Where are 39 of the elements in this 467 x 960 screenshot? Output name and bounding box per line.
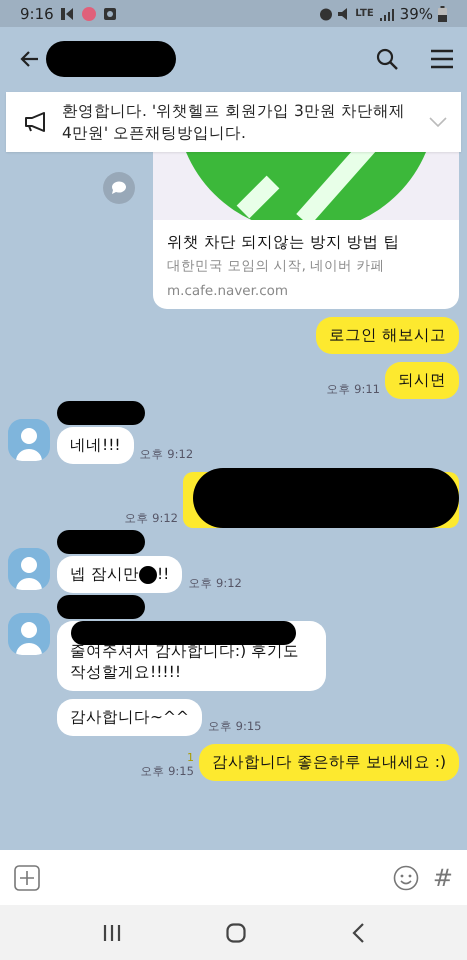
message-bubble: 줄여주셔서 감사합니다:) 후기도 작성할게요!!!!! bbox=[57, 621, 326, 691]
link-description: 대한민국 모임의 시작, 네이버 카페 bbox=[166, 257, 386, 275]
message-bubble: 네네!!! bbox=[57, 427, 134, 464]
battery-icon bbox=[438, 6, 447, 22]
back-icon[interactable] bbox=[20, 48, 40, 68]
message-time: 오후 9:12 bbox=[188, 576, 242, 592]
message-time: 오후 9:11 bbox=[326, 382, 380, 398]
add-icon[interactable] bbox=[14, 864, 40, 890]
notification-icons bbox=[60, 6, 118, 22]
search-icon[interactable] bbox=[375, 46, 399, 70]
unread-count: 1 bbox=[186, 751, 194, 764]
avatar bbox=[8, 613, 50, 655]
network-type: LTE bbox=[355, 8, 374, 19]
notice-text: 환영합니다. '위챗헬프 회원가입 3만원 차단해제 4만원' 오픈채팅방입니다. bbox=[62, 101, 406, 144]
hashtag-button[interactable]: # bbox=[432, 864, 453, 892]
link-url: m.cafe.naver.com bbox=[166, 282, 290, 301]
menu-icon[interactable] bbox=[431, 48, 453, 68]
back-icon[interactable] bbox=[350, 922, 364, 942]
link-preview-card[interactable]: 위챗 차단 되지않는 방지 방법 팁 대한민국 모임의 시작, 네이버 카페 m.cafe.naver.com bbox=[153, 152, 459, 309]
avatar bbox=[8, 419, 50, 461]
message-bubble: 감사합니다~^^ bbox=[57, 699, 202, 736]
signal-icon bbox=[378, 6, 395, 20]
emoji-icon[interactable] bbox=[392, 864, 419, 890]
avatar bbox=[8, 548, 50, 590]
recent-apps-icon[interactable] bbox=[102, 924, 120, 942]
message-time: 오후 9:15 bbox=[208, 719, 262, 735]
battery-percent: 39% bbox=[400, 4, 433, 22]
link-title: 위챗 차단 되지않는 방지 방법 팁 bbox=[166, 232, 401, 253]
message-time: 오후 9:15 bbox=[140, 764, 194, 780]
message-time: 오후 9:12 bbox=[124, 511, 178, 527]
status-time: 9:16 bbox=[20, 4, 54, 22]
message-bubble: 감사합니다 좋은하루 보내세요 :) bbox=[198, 744, 459, 781]
home-icon[interactable] bbox=[226, 922, 246, 942]
message-bubble: 되시면 bbox=[385, 362, 459, 399]
megaphone-icon bbox=[24, 112, 46, 132]
message-bubble: 로그인 해보시고 bbox=[316, 317, 459, 354]
notice-banner[interactable]: 환영합니다. '위챗헬프 회원가입 3만원 차단해제 4만원' 오픈채팅방입니다. bbox=[6, 92, 461, 152]
message-time: 오후 9:12 bbox=[140, 447, 194, 463]
message-bubble: 넵 잠시만 !! bbox=[57, 556, 182, 593]
